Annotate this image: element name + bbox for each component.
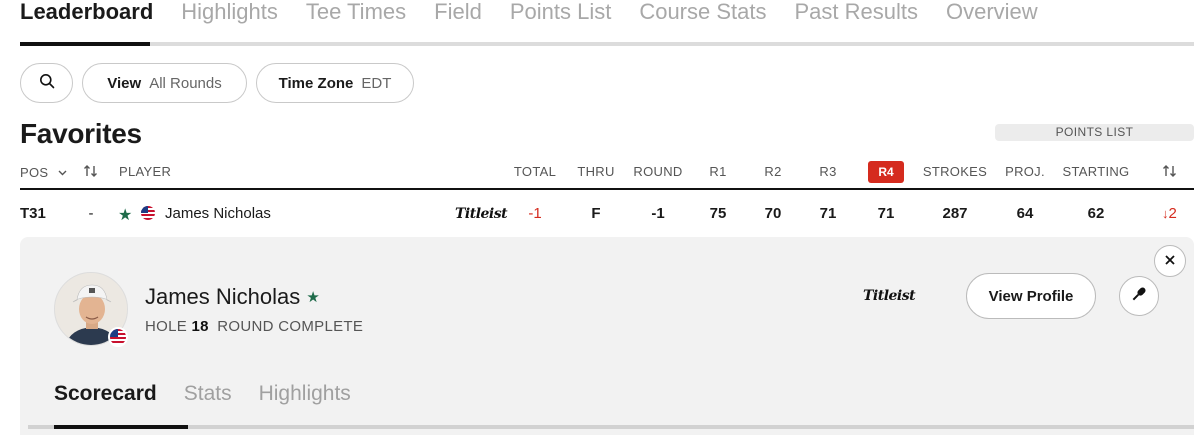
pos-header-label: POS (20, 165, 49, 180)
timezone-filter-label: Time Zone (278, 74, 354, 92)
tab-underline (20, 42, 1194, 46)
strokes-cell: 287 (942, 205, 968, 222)
microphone-button[interactable] (1119, 276, 1159, 316)
hole-label: HOLE (145, 318, 188, 335)
pos-sort-header[interactable]: POS (20, 164, 67, 180)
view-filter-value: All Rounds (149, 74, 222, 92)
movement-sort-icon[interactable] (83, 163, 99, 182)
tab-card-highlights[interactable]: Highlights (259, 382, 351, 406)
microphone-icon (1130, 285, 1148, 308)
player-card-status: HOLE 18 ROUND COMPLETE (145, 318, 363, 335)
section-title: Favorites (20, 118, 142, 149)
position-change-value: 2 (1168, 205, 1177, 222)
search-icon (39, 73, 55, 93)
us-flag-badge-icon (108, 327, 128, 347)
card-tab-underline (28, 425, 1194, 429)
player-card-name: James Nicholas ★ (145, 284, 320, 310)
total-cell: -1 (528, 205, 542, 222)
top-nav: Leaderboard Highlights Tee Times Field P… (20, 0, 1066, 32)
us-flag-icon (141, 206, 155, 224)
close-icon (1165, 252, 1175, 270)
tab-points-list[interactable]: Points List (510, 0, 612, 32)
thru-header: THRU (577, 164, 615, 179)
round-header: ROUND (633, 164, 683, 179)
proj-header: PROJ. (1005, 164, 1045, 179)
starting-header: STARTING (1062, 164, 1130, 179)
proj-cell: 64 (1016, 205, 1034, 222)
r2-cell: 70 (764, 205, 782, 222)
player-name-link[interactable]: James Nicholas (165, 205, 271, 222)
view-filter-label: View (107, 74, 142, 92)
round-cell: -1 (651, 205, 665, 222)
player-header: PLAYER (119, 164, 172, 179)
tab-tee-times[interactable]: Tee Times (306, 0, 406, 32)
close-button[interactable] (1154, 245, 1186, 277)
r3-header: R3 (819, 164, 837, 179)
thru-cell: F (591, 205, 601, 222)
points-list-button[interactable]: POINTS LIST (995, 124, 1194, 141)
favorite-star-icon[interactable]: ★ (306, 289, 319, 306)
r3-cell: 71 (819, 205, 837, 222)
favorite-star-icon[interactable]: ★ (118, 205, 132, 225)
timezone-filter-button[interactable]: Time Zone EDT (256, 63, 414, 103)
player-card-tabs: Scorecard Stats Highlights (54, 382, 378, 406)
player-card-name-text: James Nicholas (145, 284, 301, 309)
r4-cell: 71 (877, 205, 895, 222)
titleist-logo: Titleist (863, 288, 916, 304)
timezone-filter-value: EDT (361, 74, 392, 92)
tab-highlights[interactable]: Highlights (181, 0, 278, 32)
view-filter-button[interactable]: View All Rounds (82, 63, 247, 103)
active-tab-indicator (20, 42, 150, 46)
position-change-cell: ↓2 (1162, 205, 1177, 222)
round-status: ROUND COMPLETE (217, 318, 364, 335)
tab-stats[interactable]: Stats (184, 382, 232, 406)
tab-course-stats[interactable]: Course Stats (639, 0, 766, 32)
tab-field[interactable]: Field (434, 0, 482, 32)
starting-cell: 62 (1087, 205, 1105, 222)
movement-cell: - (88, 205, 94, 222)
strokes-header: STROKES (922, 164, 988, 179)
r2-header: R2 (764, 164, 782, 179)
tab-past-results[interactable]: Past Results (795, 0, 919, 32)
r1-cell: 75 (709, 205, 727, 222)
chevron-down-icon (58, 164, 67, 179)
tab-scorecard[interactable]: Scorecard (54, 382, 157, 406)
r1-header: R1 (709, 164, 727, 179)
tab-leaderboard[interactable]: Leaderboard (20, 0, 153, 32)
view-profile-button[interactable]: View Profile (966, 273, 1096, 319)
titleist-logo: Titleist (455, 206, 508, 222)
search-button[interactable] (20, 63, 73, 103)
active-card-tab-indicator (54, 425, 188, 429)
total-header: TOTAL (513, 164, 557, 179)
header-divider (20, 188, 1194, 190)
tab-overview[interactable]: Overview (946, 0, 1038, 32)
r4-header-badge: R4 (868, 161, 904, 183)
pos-cell: T31 (20, 205, 46, 222)
change-sort-icon[interactable] (1162, 163, 1178, 182)
hole-value: 18 (191, 318, 209, 335)
